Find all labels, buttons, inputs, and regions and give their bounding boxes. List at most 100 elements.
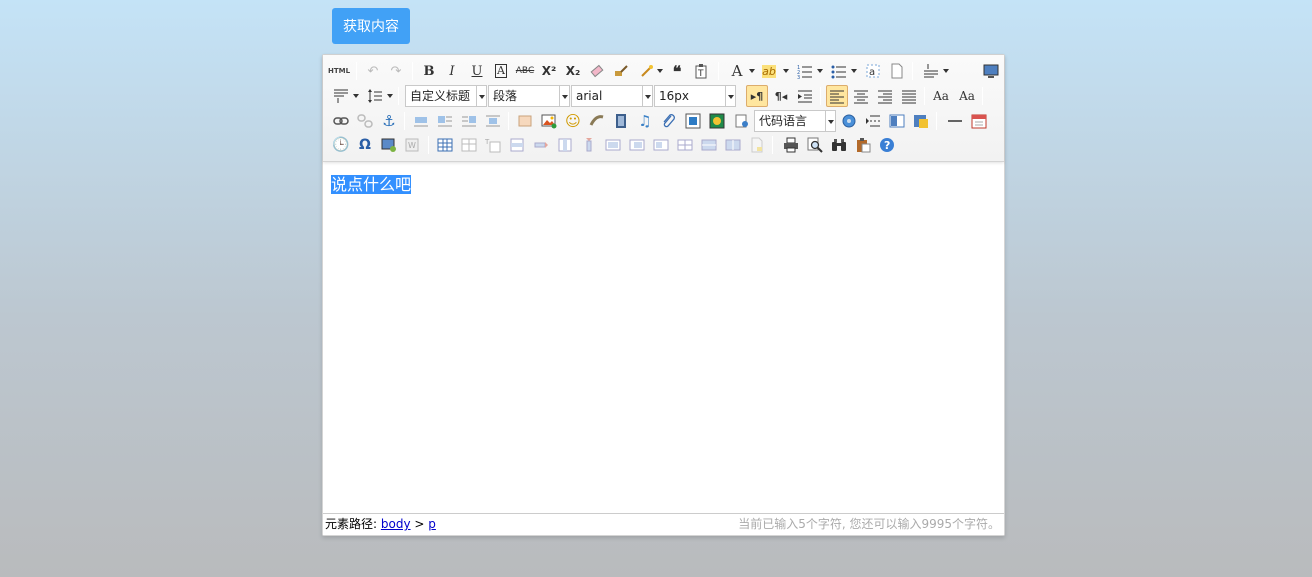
row-spacing-top-button[interactable] <box>920 60 942 82</box>
insert-video-button[interactable] <box>610 110 632 132</box>
horizontal-rule-button[interactable] <box>944 110 966 132</box>
paragraph-spacing-icon <box>334 89 348 103</box>
clear-doc-button[interactable] <box>886 60 908 82</box>
preview-button[interactable] <box>980 60 1002 82</box>
path-p-link[interactable]: p <box>428 517 436 531</box>
line-height-button[interactable] <box>364 85 386 107</box>
italic-button[interactable]: I <box>441 60 463 82</box>
scrawl-button[interactable] <box>586 110 608 132</box>
merge-cells-button[interactable] <box>602 134 624 156</box>
tolowercase-button[interactable]: Aa <box>956 85 978 107</box>
map-button[interactable] <box>838 110 860 132</box>
redo-button[interactable]: ↷ <box>385 60 407 82</box>
charts-button[interactable] <box>746 134 768 156</box>
insert-code-button[interactable] <box>731 110 753 132</box>
row-spacing-bottom-button[interactable] <box>330 85 352 107</box>
table-paragraph-icon: T <box>485 138 501 153</box>
insert-table-button[interactable] <box>434 134 456 156</box>
undo-button[interactable]: ↶ <box>362 60 384 82</box>
print-button[interactable] <box>780 134 802 156</box>
anchor-button[interactable]: ⚓ <box>378 110 400 132</box>
help-button[interactable]: ? <box>876 134 898 156</box>
insert-time-button[interactable]: 🕒 <box>330 134 352 156</box>
align-center-icon <box>854 90 868 104</box>
justify-full-button[interactable] <box>898 85 920 107</box>
search-replace-button[interactable] <box>828 134 850 156</box>
path-body-link[interactable]: body <box>381 517 411 531</box>
forecolor-button[interactable]: A <box>726 60 748 82</box>
insert-date-button[interactable] <box>968 110 990 132</box>
direction-ltr-button[interactable]: ▸¶ <box>746 85 768 107</box>
justify-left-button[interactable] <box>826 85 848 107</box>
split-to-rows-button[interactable] <box>698 134 720 156</box>
underline-button[interactable]: U <box>466 60 488 82</box>
preview-zoom-button[interactable] <box>804 134 826 156</box>
format-match-button[interactable] <box>610 60 632 82</box>
merge-down-button[interactable] <box>650 134 672 156</box>
justify-right-button[interactable] <box>874 85 896 107</box>
image-none-button[interactable] <box>410 110 432 132</box>
delete-table-button[interactable] <box>458 134 480 156</box>
delete-row-button[interactable] <box>530 134 552 156</box>
source-code-button[interactable]: HTML <box>328 60 350 82</box>
paste-plain-button[interactable]: T <box>690 60 712 82</box>
bold-button[interactable]: B <box>418 60 440 82</box>
magic-wand-icon <box>641 65 653 77</box>
insert-col-button[interactable] <box>554 134 576 156</box>
emotion-button[interactable]: ☺ <box>562 110 584 132</box>
subscript-button[interactable]: X₂ <box>562 60 584 82</box>
background-button[interactable] <box>910 110 932 132</box>
split-rows-icon <box>701 139 717 151</box>
link-button[interactable] <box>330 110 352 132</box>
direction-rtl-button[interactable]: ¶◂ <box>770 85 792 107</box>
insert-paragraph-before-table-button[interactable]: T <box>482 134 504 156</box>
strikethrough-button[interactable]: ABC <box>514 60 536 82</box>
table-insert-col-icon <box>558 138 572 152</box>
unordered-list-button[interactable] <box>828 60 850 82</box>
superscript-button[interactable]: X² <box>538 60 560 82</box>
attachment-button[interactable] <box>658 110 680 132</box>
selected-text[interactable]: 说点什么吧 <box>331 175 412 194</box>
drafts-button[interactable] <box>852 134 874 156</box>
pagebreak-button[interactable] <box>862 110 884 132</box>
indent-button[interactable] <box>794 85 816 107</box>
autotypeset-button[interactable] <box>636 60 658 82</box>
chevron-down-icon <box>825 111 835 131</box>
font-size-select[interactable]: 16px <box>654 85 736 107</box>
special-chars-button[interactable]: Ω <box>354 134 376 156</box>
get-content-button[interactable]: 获取内容 <box>332 8 410 44</box>
blockquote-button[interactable]: ❝ <box>666 60 688 82</box>
font-border-button[interactable]: A <box>490 60 512 82</box>
delete-col-button[interactable] <box>578 134 600 156</box>
remove-format-button[interactable] <box>586 60 608 82</box>
snapscreen-button[interactable] <box>378 134 400 156</box>
insert-row-button[interactable] <box>506 134 528 156</box>
align-justify-icon <box>902 90 916 104</box>
image-right-button[interactable] <box>458 110 480 132</box>
editor-content[interactable]: 说点什么吧 <box>331 171 412 195</box>
image-left-button[interactable] <box>434 110 456 132</box>
simple-upload-button[interactable] <box>514 110 536 132</box>
split-to-cols-button[interactable] <box>722 134 744 156</box>
paragraph-select[interactable]: 段落 <box>488 85 570 107</box>
word-image-button[interactable]: W <box>402 134 424 156</box>
template-button[interactable] <box>886 110 908 132</box>
ordered-list-button[interactable]: 123 <box>794 60 816 82</box>
font-border-icon: A <box>495 64 507 78</box>
unlink-button[interactable] <box>354 110 376 132</box>
code-language-select[interactable]: 代码语言 <box>754 110 836 132</box>
touppercase-button[interactable]: Aa <box>930 85 952 107</box>
image-center-button[interactable] <box>482 110 504 132</box>
custom-style-select[interactable]: 自定义标题 <box>405 85 487 107</box>
chevron-down-icon <box>642 86 652 106</box>
music-button[interactable]: ♫ <box>634 110 656 132</box>
font-family-select[interactable]: arial <box>571 85 653 107</box>
insert-image-button[interactable] <box>538 110 560 132</box>
merge-right-button[interactable] <box>626 134 648 156</box>
insert-frame-button[interactable] <box>682 110 704 132</box>
justify-center-button[interactable] <box>850 85 872 107</box>
select-all-button[interactable]: a <box>862 60 884 82</box>
backcolor-button[interactable]: ab <box>758 60 780 82</box>
webapp-button[interactable] <box>706 110 728 132</box>
split-to-cells-button[interactable] <box>674 134 696 156</box>
